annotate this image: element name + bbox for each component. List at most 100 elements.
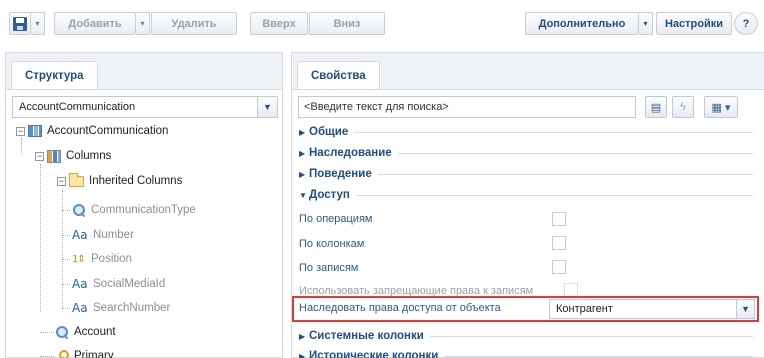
add-button[interactable]: Добавить <box>54 12 136 35</box>
divider <box>377 173 753 175</box>
text-icon: Aa <box>72 228 88 242</box>
tree-item-label: Primary <box>74 350 114 358</box>
deny-rights-checkbox[interactable] <box>564 283 578 297</box>
additional-dropdown-arrow[interactable]: ▾ <box>639 12 653 35</box>
structure-panel: Структура AccountCommunication ▼ − Accou… <box>5 52 283 358</box>
section-history-columns[interactable]: ▶ Исторические колонки <box>299 347 759 358</box>
tree-item-label: Number <box>93 229 134 241</box>
prop-inherit-access: Наследовать права доступа от объекта <box>299 302 501 314</box>
by-columns-checkbox[interactable] <box>552 236 566 250</box>
tree-item-label: Columns <box>66 150 112 162</box>
prop-by-operations: По операциям <box>299 210 372 228</box>
tree-item-socialmediaid[interactable]: Aa SocialMediaId <box>72 275 165 293</box>
save-button[interactable] <box>9 12 31 35</box>
tree-item-account[interactable]: Account <box>55 323 116 341</box>
tree-item-inherited-columns[interactable]: − Inherited Columns <box>57 172 182 190</box>
divider <box>444 355 753 357</box>
section-title: Доступ <box>309 189 350 201</box>
save-dropdown-arrow[interactable]: ▾ <box>31 12 45 35</box>
quick-filter-button[interactable]: ϟ <box>672 96 694 118</box>
expand-icon: ▶ <box>299 127 306 137</box>
structure-tree: − AccountCommunication − Columns − Inher… <box>6 90 282 358</box>
text-icon: Aa <box>72 277 88 291</box>
lookup-icon <box>55 325 69 339</box>
help-button[interactable]: ? <box>734 12 758 35</box>
inherit-access-select[interactable]: Контрагент ▼ <box>549 299 755 319</box>
tree-item-label: Inherited Columns <box>89 175 183 187</box>
prop-label: По колонкам <box>299 238 365 250</box>
properties-tabbar: Свойства <box>292 53 764 89</box>
key-icon <box>55 349 69 358</box>
tree-item-label: AccountCommunication <box>47 125 169 137</box>
section-access[interactable]: ▼ Доступ <box>299 186 759 204</box>
view-options-button[interactable]: ▦ ▾ <box>704 96 738 118</box>
tree-item-number[interactable]: Aa Number <box>72 226 134 244</box>
text-icon: Aa <box>72 301 88 315</box>
list-icon: ▤ <box>650 101 662 114</box>
chevron-down-icon[interactable]: ▼ <box>736 300 754 318</box>
tab-properties[interactable]: Свойства <box>297 61 380 89</box>
divider <box>355 194 753 196</box>
section-title: Исторические колонки <box>309 350 439 358</box>
structure-tabbar: Структура <box>6 53 282 89</box>
section-title: Системные колонки <box>309 330 424 342</box>
tree-item-label: Position <box>91 253 132 265</box>
collapse-icon: ▼ <box>299 190 307 200</box>
tree-item-label: SearchNumber <box>93 302 171 314</box>
properties-body: <Введите текст для поиска> ▤ ϟ ▦ ▾ ▶ Общ… <box>292 89 764 358</box>
by-records-checkbox[interactable] <box>552 260 566 274</box>
properties-panel: Свойства <Введите текст для поиска> ▤ ϟ … <box>291 52 764 358</box>
by-operations-checkbox[interactable] <box>552 212 566 226</box>
tree-item-position[interactable]: 1⇕ Position <box>72 250 132 268</box>
prop-by-records: По записям <box>299 259 358 277</box>
collapse-icon[interactable]: − <box>16 126 25 136</box>
tree-item-label: SocialMediaId <box>93 278 166 290</box>
integer-icon: 1⇕ <box>72 253 86 265</box>
section-title: Наследование <box>309 147 392 159</box>
additional-button[interactable]: Дополнительно <box>525 12 639 35</box>
expand-icon: ▶ <box>299 148 306 158</box>
search-placeholder: <Введите текст для поиска> <box>304 101 449 113</box>
search-input[interactable]: <Введите текст для поиска> <box>298 96 636 118</box>
add-dropdown-arrow[interactable]: ▾ <box>136 12 150 35</box>
divider <box>354 131 753 133</box>
prop-label: Наследовать права доступа от объекта <box>299 302 501 314</box>
tree-item-searchnumber[interactable]: Aa SearchNumber <box>72 299 170 317</box>
section-title: Поведение <box>309 168 372 180</box>
object-icon <box>28 125 42 137</box>
save-icon <box>13 16 27 31</box>
tree-item-communicationtype[interactable]: CommunicationType <box>72 201 196 219</box>
section-general[interactable]: ▶ Общие <box>299 123 759 141</box>
section-system-columns[interactable]: ▶ Системные колонки <box>299 327 759 345</box>
divider <box>429 335 753 337</box>
section-behavior[interactable]: ▶ Поведение <box>299 165 759 183</box>
lookup-icon <box>72 203 86 217</box>
tree-item-root[interactable]: − AccountCommunication <box>16 122 168 140</box>
tree-item-label: CommunicationType <box>91 204 196 216</box>
expand-icon: ▶ <box>299 351 306 358</box>
settings-button[interactable]: Настройки <box>656 12 732 35</box>
prop-by-columns: По колонкам <box>299 235 364 253</box>
tree-item-columns[interactable]: − Columns <box>35 147 111 165</box>
down-button[interactable]: Вниз <box>309 12 385 35</box>
collapse-icon[interactable]: − <box>35 151 44 161</box>
up-button[interactable]: Вверх <box>250 12 308 35</box>
tree-item-primary[interactable]: Primary <box>55 347 114 358</box>
section-inheritance[interactable]: ▶ Наследование <box>299 144 759 162</box>
tree-item-label: Account <box>74 326 116 338</box>
columns-icon <box>47 149 61 163</box>
collapse-icon[interactable]: − <box>57 176 66 186</box>
tab-structure[interactable]: Структура <box>11 61 98 89</box>
list-view-button[interactable]: ▤ <box>645 96 667 118</box>
prop-label: По записям <box>299 262 359 274</box>
delete-button[interactable]: Удалить <box>151 12 237 35</box>
lightning-icon: ϟ <box>680 101 686 113</box>
expand-icon: ▶ <box>299 169 306 179</box>
prop-label: По операциям <box>299 213 373 225</box>
expand-icon: ▶ <box>299 331 306 341</box>
structure-body: AccountCommunication ▼ − AccountCommunic… <box>6 89 282 358</box>
section-title: Общие <box>309 126 349 138</box>
inherit-access-value: Контрагент <box>556 303 613 315</box>
grid-view-icon: ▦ ▾ <box>711 101 731 114</box>
divider <box>397 152 753 154</box>
